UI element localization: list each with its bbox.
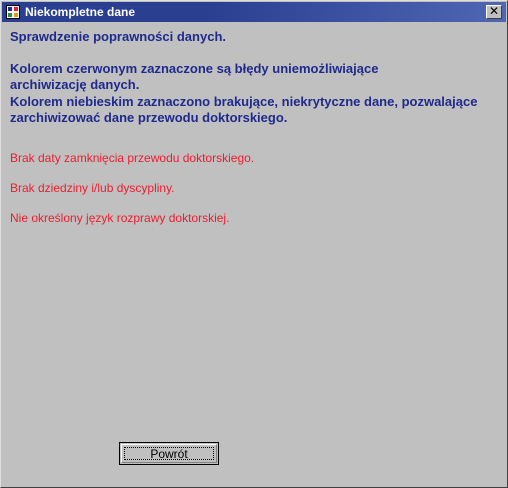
check-heading: Sprawdzenie poprawności danych.	[10, 29, 226, 44]
red-legend-line-1: Kolorem czerwonym zaznaczone są błędy un…	[10, 61, 379, 76]
close-icon[interactable]: ✕	[486, 5, 502, 19]
blue-legend-line-2: zarchiwizować dane przewodu doktorskiego…	[10, 110, 288, 125]
error-item: Brak dziedziny i/lub dyscypliny.	[10, 181, 175, 195]
dialog-window: Niekompletne dane ✕ Sprawdzenie poprawno…	[0, 0, 508, 488]
error-item: Brak daty zamknięcia przewodu doktorskie…	[10, 151, 255, 165]
back-button[interactable]: Powrót	[119, 442, 219, 465]
red-legend-line-2: archiwizację danych.	[10, 77, 140, 92]
app-logo-icon	[6, 5, 20, 19]
blue-legend-line-1: Kolorem niebieskim zaznaczono brakujące,…	[10, 94, 478, 109]
title-bar[interactable]: Niekompletne dane ✕	[2, 2, 506, 22]
focus-rectangle	[124, 447, 214, 460]
window-title: Niekompletne dane	[25, 5, 136, 19]
error-item: Nie określony język rozprawy doktorskiej…	[10, 211, 230, 225]
